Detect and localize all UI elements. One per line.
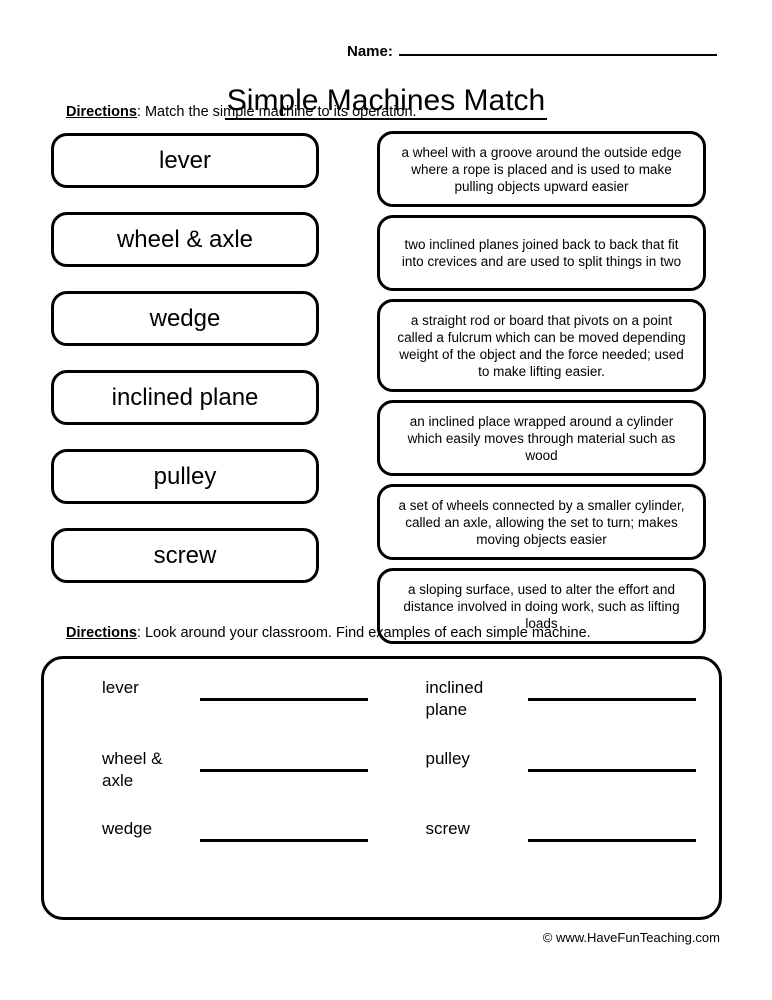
definition-text: a wheel with a groove around the outside… (401, 144, 682, 194)
term-label: pulley (153, 462, 217, 490)
definition-text: a set of wheels connected by a smaller c… (398, 497, 685, 547)
answer-cell-wedge: wedge (54, 818, 382, 889)
classroom-examples-grid: lever inclined plane wheel & axle pulley… (44, 659, 719, 917)
answer-label: screw (425, 819, 470, 839)
term-box-inclined-plane[interactable]: inclined plane (51, 370, 319, 425)
term-label: inclined plane (111, 383, 259, 411)
term-box-screw[interactable]: screw (51, 528, 319, 583)
definition-text: a straight rod or board that pivots on a… (397, 312, 686, 379)
footer-credit: © www.HaveFunTeaching.com (542, 930, 720, 945)
directions-keyword: Directions (66, 625, 137, 641)
definition-box-1[interactable]: a wheel with a groove around the outside… (377, 131, 706, 207)
answer-cell-inclined-plane: inclined plane (382, 677, 710, 748)
answer-cell-lever: lever (54, 677, 382, 748)
answer-label: wedge (102, 819, 153, 839)
term-box-lever[interactable]: lever (51, 133, 319, 188)
match-area: lever wheel & axle wedge inclined plane … (0, 0, 772, 644)
term-label: screw (153, 541, 217, 569)
answer-cell-screw: screw (382, 818, 710, 889)
answer-label: lever (102, 678, 139, 697)
answer-blank-line[interactable] (200, 677, 368, 701)
definition-box-2[interactable]: two inclined planes joined back to back … (377, 215, 706, 291)
term-box-wedge[interactable]: wedge (51, 291, 319, 346)
definition-text: a sloping surface, used to alter the eff… (403, 581, 680, 631)
definition-text: two inclined planes joined back to back … (401, 237, 682, 269)
answer-blank-line[interactable] (200, 748, 368, 772)
answer-blank-line[interactable] (527, 677, 696, 701)
definition-box-3[interactable]: a straight rod or board that pivots on a… (377, 299, 706, 392)
term-label: lever (158, 146, 212, 174)
classroom-examples-box: lever inclined plane wheel & axle pulley… (41, 656, 722, 920)
term-label: wheel & axle (116, 225, 254, 253)
answer-cell-wheel-axle: wheel & axle (54, 748, 382, 819)
answer-label: wheel & axle (102, 748, 163, 790)
term-box-pulley[interactable]: pulley (51, 449, 319, 504)
answer-blank-line[interactable] (200, 818, 368, 843)
definition-text: an inclined place wrapped around a cylin… (407, 413, 676, 463)
answer-cell-pulley: pulley (382, 748, 710, 819)
answer-label: pulley (425, 748, 470, 768)
definition-box-4[interactable]: an inclined place wrapped around a cylin… (377, 400, 706, 476)
term-label: wedge (149, 304, 221, 332)
term-box-wheel-axle[interactable]: wheel & axle (51, 212, 319, 267)
term-column: lever wheel & axle wedge inclined plane … (51, 133, 319, 607)
definition-column: a wheel with a groove around the outside… (377, 131, 706, 652)
directions-line-2: Directions: Look around your classroom. … (66, 625, 591, 641)
directions-text-2: : Look around your classroom. Find examp… (136, 625, 591, 641)
answer-blank-line[interactable] (527, 748, 696, 772)
definition-box-5[interactable]: a set of wheels connected by a smaller c… (377, 484, 706, 560)
answer-label: inclined plane (425, 678, 484, 720)
answer-blank-line[interactable] (527, 818, 696, 843)
